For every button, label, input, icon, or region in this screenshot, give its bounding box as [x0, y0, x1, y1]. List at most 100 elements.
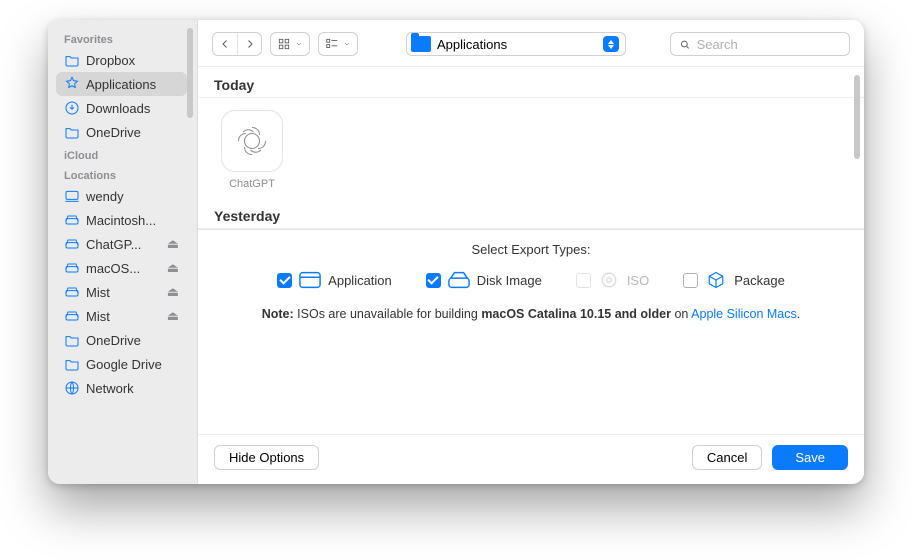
sidebar-item-label: Dropbox [86, 53, 135, 68]
file-name: ChatGPT [229, 178, 275, 190]
nav-forward-button[interactable] [237, 33, 261, 55]
section-header-yesterday: Yesterday [198, 198, 864, 229]
export-options-panel: Select Export Types: Application Disk Im… [198, 229, 864, 335]
export-type-list: Application Disk Image ISO [222, 271, 840, 289]
downloads-icon [64, 100, 80, 116]
location-label: Applications [437, 37, 507, 52]
search-field[interactable] [670, 32, 850, 56]
eject-icon[interactable]: ⏏ [167, 284, 179, 300]
package-icon [705, 271, 727, 289]
sidebar-heading-locations: Locations [56, 164, 197, 184]
view-icons-button[interactable] [270, 32, 310, 56]
sidebar-item-label: Google Drive [86, 357, 162, 372]
export-type-disk-image[interactable]: Disk Image [426, 271, 542, 289]
checkbox[interactable] [426, 273, 441, 288]
nav-back-button[interactable] [213, 33, 237, 55]
sidebar-scrollbar[interactable] [187, 28, 193, 118]
note-prefix: Note: [262, 307, 294, 321]
checkbox [576, 273, 591, 288]
window-icon [299, 271, 321, 289]
eject-icon[interactable]: ⏏ [167, 236, 179, 252]
sidebar-item-volume[interactable]: Mist ⏏ [56, 304, 187, 328]
sidebar-item-label: Mist [86, 285, 110, 300]
dialog-footer: Hide Options Cancel Save [198, 434, 864, 484]
disc-icon [598, 271, 620, 289]
sidebar-item-label: Applications [86, 77, 156, 92]
sidebar-item-label: ChatGP... [86, 237, 141, 252]
folder-icon [64, 124, 80, 140]
disk-icon [64, 260, 80, 276]
note-suffix: . [797, 307, 800, 321]
group-by-button[interactable] [318, 32, 358, 56]
sidebar-item-network[interactable]: Network [56, 376, 187, 400]
chevron-down-icon [295, 40, 303, 48]
export-type-application[interactable]: Application [277, 271, 392, 289]
file-grid: ChatGPT [198, 98, 864, 198]
checkbox[interactable] [683, 273, 698, 288]
computer-icon [64, 188, 80, 204]
disk-icon [64, 284, 80, 300]
sidebar-item-volume[interactable]: Mist ⏏ [56, 280, 187, 304]
location-popup[interactable]: Applications [406, 32, 626, 56]
sidebar-item-label: Macintosh... [86, 213, 156, 228]
sidebar-item-label: macOS... [86, 261, 140, 276]
sidebar-item-label: wendy [86, 189, 124, 204]
chevron-down-icon [343, 40, 351, 48]
sidebar-item-label: Downloads [86, 101, 150, 116]
globe-icon [64, 380, 80, 396]
note-link[interactable]: Apple Silicon Macs [691, 307, 797, 321]
eject-icon[interactable]: ⏏ [167, 260, 179, 276]
export-note: Note: ISOs are unavailable for building … [222, 307, 840, 335]
note-bold: macOS Catalina 10.15 and older [481, 307, 671, 321]
hide-options-button[interactable]: Hide Options [214, 445, 319, 470]
sidebar-item-label: OneDrive [86, 333, 141, 348]
sidebar-item-label: Mist [86, 309, 110, 324]
sidebar-item-volume[interactable]: ChatGP... ⏏ [56, 232, 187, 256]
main-pane: Applications Today ChatGPT Yesterday [198, 20, 864, 484]
export-type-label: Application [328, 273, 392, 288]
sidebar-item-applications[interactable]: Applications [56, 72, 187, 96]
file-item[interactable]: ChatGPT [214, 110, 290, 190]
sidebar-item-dropbox[interactable]: Dropbox [56, 48, 187, 72]
export-type-iso: ISO [576, 271, 649, 289]
toolbar: Applications [198, 20, 864, 66]
disk-icon [64, 212, 80, 228]
sidebar-item-computer[interactable]: wendy [56, 184, 187, 208]
export-type-package[interactable]: Package [683, 271, 785, 289]
save-button[interactable]: Save [772, 445, 848, 470]
cancel-button[interactable]: Cancel [692, 445, 762, 470]
sidebar-item-label: OneDrive [86, 125, 141, 140]
nav-back-forward [212, 32, 262, 56]
export-type-label: ISO [627, 273, 649, 288]
sidebar-item-folder[interactable]: Google Drive [56, 352, 187, 376]
sidebar-item-onedrive[interactable]: OneDrive [56, 120, 187, 144]
eject-icon[interactable]: ⏏ [167, 308, 179, 324]
app-icon [221, 110, 283, 172]
checkbox[interactable] [277, 273, 292, 288]
sidebar-heading-icloud: iCloud [56, 144, 197, 164]
search-icon [679, 38, 691, 51]
export-type-label: Package [734, 273, 785, 288]
disk-icon [64, 236, 80, 252]
sidebar-item-label: Network [86, 381, 134, 396]
disk-icon [64, 308, 80, 324]
note-text: ISOs are unavailable for building [294, 307, 482, 321]
box-folder-icon [64, 52, 80, 68]
sidebar-item-volume[interactable]: macOS... ⏏ [56, 256, 187, 280]
sidebar-item-disk[interactable]: Macintosh... [56, 208, 187, 232]
save-dialog-window: Favorites Dropbox Applications Downloads… [48, 20, 864, 484]
note-text: on [671, 307, 691, 321]
applications-icon [64, 76, 80, 92]
sidebar-item-downloads[interactable]: Downloads [56, 96, 187, 120]
sidebar: Favorites Dropbox Applications Downloads… [48, 20, 198, 484]
sidebar-item-folder[interactable]: OneDrive [56, 328, 187, 352]
export-type-label: Disk Image [477, 273, 542, 288]
folder-icon [64, 332, 80, 348]
content-scrollbar[interactable] [854, 75, 860, 159]
file-browser[interactable]: Today ChatGPT Yesterday Select Export Ty… [198, 66, 864, 434]
folder-icon [64, 356, 80, 372]
search-input[interactable] [697, 37, 841, 52]
sidebar-heading-favorites: Favorites [56, 28, 197, 48]
folder-icon [411, 36, 431, 52]
section-header-today: Today [198, 67, 864, 98]
